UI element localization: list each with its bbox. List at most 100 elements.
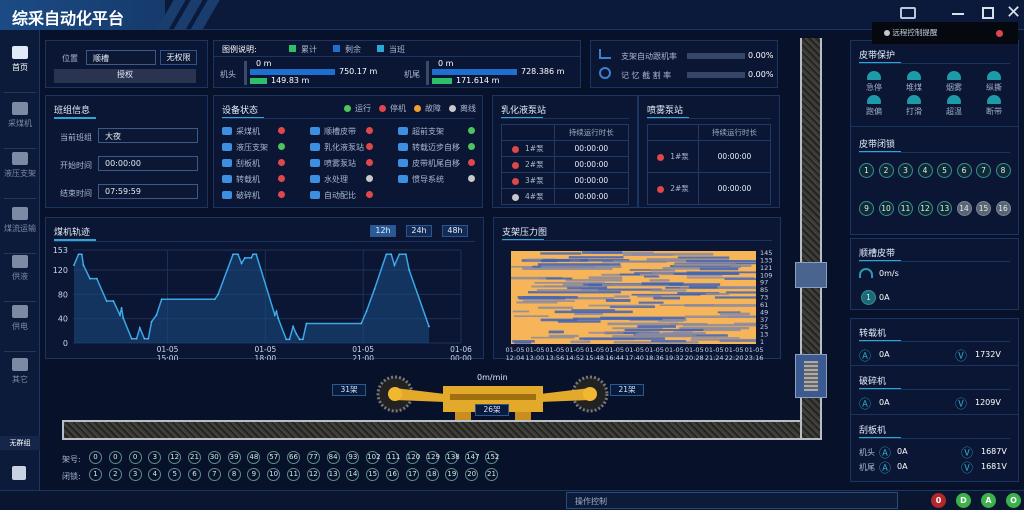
support-number[interactable]: 0	[89, 451, 102, 464]
support-number[interactable]: 12	[168, 451, 182, 464]
memory-cut-bar	[687, 72, 745, 78]
support-number[interactable]: 93	[346, 451, 360, 464]
position-input[interactable]: 顺槽	[86, 50, 156, 65]
x-tick-label: 18:00	[255, 354, 277, 360]
range-button-48h[interactable]: 48h	[442, 225, 468, 237]
belt-lock-13[interactable]: 13	[937, 201, 952, 216]
lock-number[interactable]: 12	[306, 468, 320, 481]
lock-number[interactable]: 6	[188, 468, 201, 481]
authorize-button[interactable]: 授权	[54, 69, 196, 83]
protection-item: 烟雾	[934, 71, 974, 93]
lock-number[interactable]: 10	[267, 468, 281, 481]
lock-number[interactable]: 7	[207, 468, 221, 481]
belt-lock-7[interactable]: 7	[976, 163, 991, 178]
lock-number[interactable]: 18	[425, 468, 439, 481]
shift-row-value[interactable]: 00:00:00	[98, 156, 198, 171]
belt-lock-2[interactable]: 2	[878, 163, 894, 178]
lock-number[interactable]: 14	[346, 468, 360, 481]
support-number[interactable]: 30	[207, 451, 221, 464]
support-number[interactable]: 84	[326, 451, 340, 464]
range-button-12h[interactable]: 12h	[370, 225, 396, 237]
belt-lock-14[interactable]: 14	[956, 201, 972, 216]
sidebar-item-3[interactable]: 煤流运输	[0, 207, 40, 234]
legend-item: 累计	[289, 45, 317, 54]
control-button-D[interactable]: D	[956, 493, 971, 508]
sidebar-item-1[interactable]: 采煤机	[0, 102, 40, 129]
belt-lock-11[interactable]: 11	[898, 201, 913, 216]
legend-swatch	[377, 45, 384, 52]
support-number[interactable]: 77	[306, 451, 320, 464]
lock-number[interactable]: 2	[108, 468, 122, 481]
minimize-icon[interactable]	[952, 13, 964, 15]
belt-lock-3[interactable]: 3	[898, 163, 913, 178]
sidebar-item-4[interactable]: 供液	[0, 255, 40, 282]
sidebar-item-5[interactable]: 供电	[0, 305, 40, 332]
support-number[interactable]: 21	[188, 451, 201, 464]
support-number[interactable]: 39	[227, 451, 241, 464]
group-button[interactable]: 无群组	[0, 436, 40, 450]
device-label: 自动配比	[324, 191, 356, 200]
operation-control-bar[interactable]: 操作控制	[566, 492, 898, 509]
belt-lock-15[interactable]: 15	[976, 201, 991, 216]
support-number[interactable]: 120	[405, 451, 420, 464]
belt-lock-12[interactable]: 12	[917, 201, 933, 216]
permission-button[interactable]: 无权限	[160, 50, 197, 65]
support-number[interactable]: 138	[445, 451, 460, 464]
header-cell: 持续运行时长	[553, 124, 630, 141]
control-button-O[interactable]: O	[1006, 493, 1021, 508]
belt-lock-8[interactable]: 8	[995, 163, 1011, 178]
divider	[214, 56, 580, 57]
equipment-power-panel: 转载机 Ⓐ 0A Ⓥ 1732V 破碎机 Ⓐ 0A Ⓥ 1209V 刮板机 机头…	[850, 318, 1019, 482]
lock-number[interactable]: 8	[227, 468, 241, 481]
lock-number[interactable]: 3	[128, 468, 142, 481]
support-number[interactable]: 66	[287, 451, 300, 464]
belt-lock-9[interactable]: 9	[859, 201, 874, 216]
belt-lock-4[interactable]: 4	[917, 163, 933, 178]
support-number[interactable]: 3	[148, 451, 162, 464]
maximize-icon[interactable]	[982, 7, 994, 19]
lock-number[interactable]: 4	[148, 468, 162, 481]
control-button-A[interactable]: A	[981, 493, 996, 508]
belt-lock-6[interactable]: 6	[956, 163, 972, 178]
belt-lock-5[interactable]: 5	[937, 163, 952, 178]
shift-row-value[interactable]: 大夜	[98, 128, 198, 143]
support-number[interactable]: 48	[247, 451, 261, 464]
support-number[interactable]: 111	[386, 451, 400, 464]
shearer-icon	[12, 102, 28, 115]
support-number[interactable]: 102	[366, 451, 381, 464]
range-button-24h[interactable]: 24h	[406, 225, 432, 237]
lock-number[interactable]: 9	[247, 468, 261, 481]
lock-number[interactable]: 15	[366, 468, 380, 481]
support-number[interactable]: 57	[267, 451, 281, 464]
sidebar-item-2[interactable]: 液压支架	[0, 152, 40, 179]
lock-number[interactable]: 20	[465, 468, 479, 481]
sidebar-item-6[interactable]: 其它	[0, 358, 40, 385]
belt-lock-1[interactable]: 1	[859, 163, 874, 178]
divider	[4, 301, 36, 302]
lock-number[interactable]: 21	[485, 468, 498, 481]
heatmap-cell	[572, 317, 663, 321]
belt-lock-10[interactable]: 10	[878, 201, 894, 216]
settings-list-icon[interactable]	[12, 466, 26, 480]
support-number[interactable]: 147	[465, 451, 480, 464]
control-button-0[interactable]: 0	[931, 493, 946, 508]
lock-number[interactable]: 17	[405, 468, 419, 481]
lock-number[interactable]: 19	[445, 468, 459, 481]
lock-number[interactable]: 11	[287, 468, 300, 481]
support-number[interactable]: 129	[425, 451, 440, 464]
status-legend-label: 故障	[425, 104, 441, 113]
support-number[interactable]: 0	[108, 451, 122, 464]
lock-number[interactable]: 13	[326, 468, 340, 481]
lock-number[interactable]: 1	[89, 468, 102, 481]
support-number[interactable]: 0	[128, 451, 142, 464]
support-number[interactable]: 152	[485, 451, 499, 464]
belt-lock-16[interactable]: 16	[995, 201, 1011, 216]
sidebar-item-0[interactable]: 首页	[0, 46, 40, 73]
remote-monitor-icon[interactable]	[900, 7, 916, 19]
lock-number[interactable]: 16	[386, 468, 399, 481]
device-label: 转载机	[236, 175, 260, 184]
close-icon[interactable]: ✕	[1006, 2, 1021, 23]
shift-row-value[interactable]: 07:59:59	[98, 184, 198, 199]
lock-number[interactable]: 5	[168, 468, 182, 481]
heatmap-cell	[720, 312, 750, 316]
